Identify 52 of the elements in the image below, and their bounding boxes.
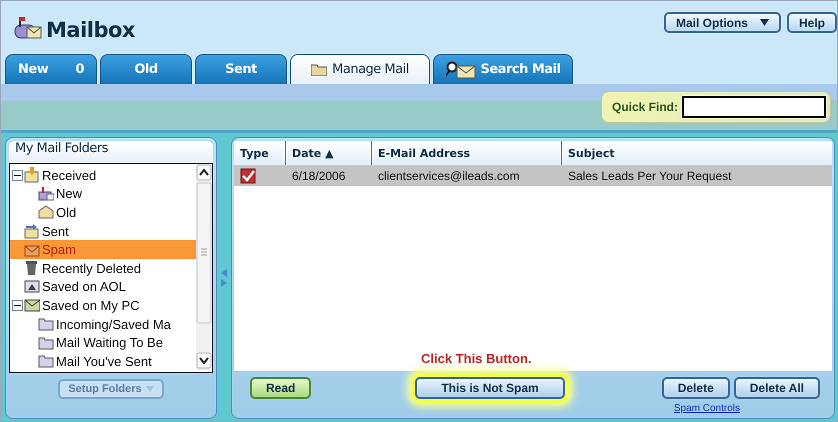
mailbox-icon xyxy=(38,186,54,202)
folder-icon xyxy=(38,316,54,332)
column-header[interactable]: Type xyxy=(234,141,286,165)
column-header[interactable]: Subject xyxy=(562,141,832,165)
window-title: Mailbox xyxy=(46,18,135,42)
folder-item[interactable]: Old xyxy=(10,203,196,222)
mailbox-icon xyxy=(13,15,43,41)
collapse-icon[interactable] xyxy=(12,170,23,181)
message-row[interactable]: 6/18/2006 clientservices@ileads.com Sales Leads Per Your Request xyxy=(234,166,832,186)
folder-item[interactable]: Incoming/Saved Ma xyxy=(10,314,196,334)
callout-text: Click This Button. xyxy=(421,351,532,368)
table-cell-text: 6/18/2006 xyxy=(291,169,346,183)
collapse-icon[interactable] xyxy=(12,300,23,311)
unread-count: 0 xyxy=(75,62,84,77)
help-button[interactable]: Help xyxy=(786,12,837,33)
tab[interactable]: New 0 xyxy=(5,54,97,84)
envelope-folder-icon xyxy=(24,297,40,314)
folder-icon xyxy=(38,334,54,351)
sent-folder-icon xyxy=(24,223,40,240)
dropdown-icon xyxy=(146,386,154,392)
spam-controls-link[interactable]: Spam Controls xyxy=(674,403,740,414)
tab[interactable]: Manage Mail xyxy=(290,54,430,84)
folder-item[interactable]: Mail Waiting To Be xyxy=(10,333,196,352)
magnifier-envelope-icon xyxy=(446,60,476,78)
folder-item[interactable]: Received xyxy=(10,166,196,185)
table-cell-text: clientservices@ileads.com xyxy=(377,169,521,183)
folder-item[interactable]: New xyxy=(10,184,196,204)
folder-item[interactable]: Sent xyxy=(10,222,196,240)
column-header[interactable]: Date ▲ xyxy=(286,141,372,165)
image-folder-icon xyxy=(24,278,40,295)
read-button[interactable]: Read xyxy=(250,377,312,399)
tab[interactable]: Sent xyxy=(195,54,287,84)
folder-icon xyxy=(38,353,54,370)
trash-icon xyxy=(24,260,40,276)
scrollbar[interactable] xyxy=(196,164,212,370)
column-header[interactable]: E-Mail Address xyxy=(372,141,562,165)
quick-find-field[interactable]: Quick Find: xyxy=(601,91,831,123)
inbox-folder-icon xyxy=(24,167,40,184)
dropdown-icon xyxy=(760,19,769,26)
spam-mail-icon xyxy=(240,168,256,184)
delete-all-button[interactable]: Delete All xyxy=(734,377,820,399)
panel-title: My Mail Folders xyxy=(9,141,213,163)
tab[interactable]: Search Mail xyxy=(433,54,573,84)
folder-item[interactable]: Recently Deleted xyxy=(10,258,196,278)
table-cell-text: Sales Leads Per Your Request xyxy=(567,169,732,183)
folder-item[interactable]: Mail You've Sent xyxy=(10,352,196,371)
tab[interactable]: Old xyxy=(100,54,192,84)
mail-options-button[interactable]: Mail Options xyxy=(664,12,781,33)
folder-icon xyxy=(311,64,328,76)
folder-item[interactable]: Saved on My PC xyxy=(10,296,196,315)
folder-item[interactable]: Saved on AOL xyxy=(10,278,196,296)
delete-button[interactable]: Delete xyxy=(662,377,730,399)
